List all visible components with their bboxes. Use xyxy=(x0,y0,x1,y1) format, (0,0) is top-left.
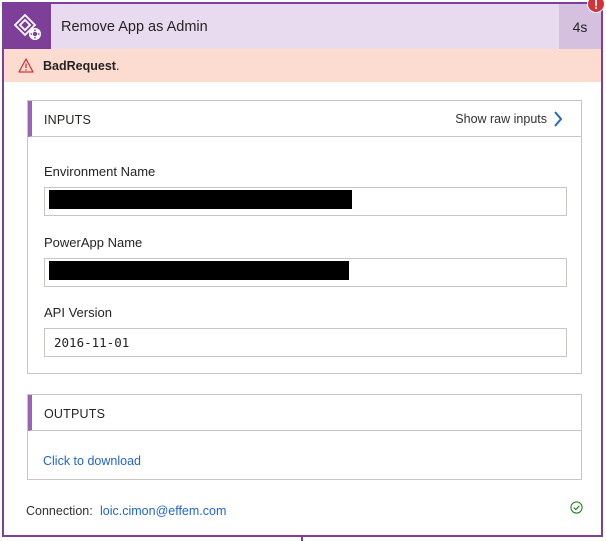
show-raw-inputs-link[interactable]: Show raw inputs xyxy=(455,111,563,127)
action-title: Remove App as Admin xyxy=(61,19,208,35)
outputs-header: OUTPUTS xyxy=(28,395,581,431)
api-version-field: 2016-11-01 xyxy=(44,328,567,357)
error-banner: BadRequest. xyxy=(4,49,601,82)
redacted-value xyxy=(49,190,352,209)
download-link[interactable]: Click to download xyxy=(43,454,141,468)
api-version-label: API Version xyxy=(44,305,112,320)
error-message: BadRequest. xyxy=(43,59,120,73)
warning-icon xyxy=(18,58,34,73)
powerapp-name-field xyxy=(44,258,567,287)
connection-label: Connection: xyxy=(26,504,93,518)
check-circle-icon xyxy=(570,501,583,514)
redacted-value xyxy=(49,261,349,280)
powerapps-admin-icon xyxy=(4,4,51,49)
api-version-value: 2016-11-01 xyxy=(54,335,130,350)
inputs-section: INPUTS Show raw inputs Environment Name … xyxy=(27,100,582,374)
outputs-title: OUTPUTS xyxy=(44,407,106,421)
action-header[interactable]: Remove App as Admin 4s xyxy=(4,2,601,49)
chevron-right-icon xyxy=(554,111,563,127)
environment-name-field xyxy=(44,187,567,216)
environment-name-label: Environment Name xyxy=(44,164,156,179)
inputs-title: INPUTS xyxy=(44,113,92,127)
powerapp-name-label: PowerApp Name xyxy=(44,235,143,250)
inputs-header: INPUTS Show raw inputs xyxy=(28,101,581,137)
connector-mark xyxy=(301,535,303,541)
show-raw-inputs-label: Show raw inputs xyxy=(455,112,547,126)
connection-link[interactable]: loic.cimon@effem.com xyxy=(100,504,226,518)
outputs-section: OUTPUTS Click to download xyxy=(27,394,582,480)
action-card: Remove App as Admin 4s BadRequest. INPUT… xyxy=(2,2,603,537)
